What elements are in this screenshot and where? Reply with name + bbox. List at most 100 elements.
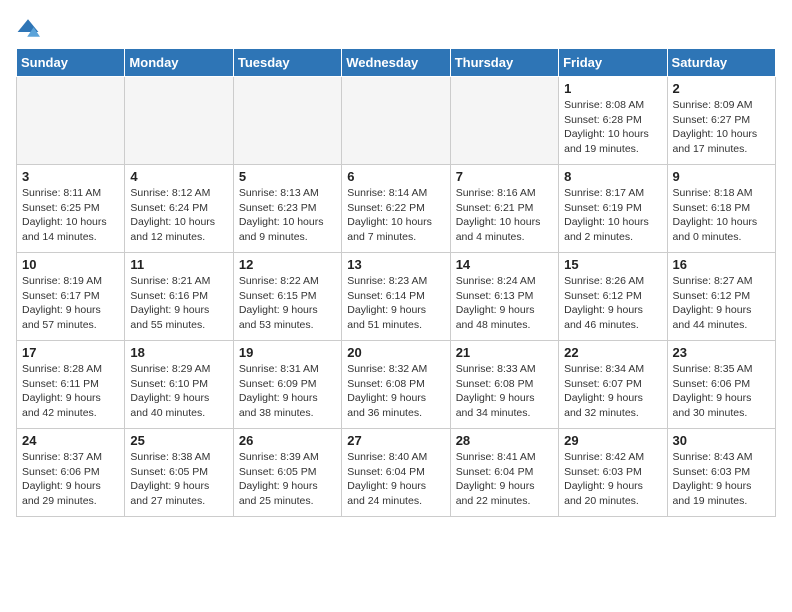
day-cell: 6Sunrise: 8:14 AMSunset: 6:22 PMDaylight…	[342, 165, 450, 253]
day-info: Sunrise: 8:41 AMSunset: 6:04 PMDaylight:…	[456, 450, 553, 509]
weekday-header-tuesday: Tuesday	[233, 49, 341, 77]
week-row-5: 24 Sunrise: 8:37 AMSunset: 6:06 PMDayligh…	[17, 429, 776, 517]
day-cell: 25 Sunrise: 8:38 AMSunset: 6:05 PMDayligh…	[125, 429, 233, 517]
day-cell: 9Sunrise: 8:18 AMSunset: 6:18 PMDaylight…	[667, 165, 775, 253]
day-info: Sunrise: 8:37 AMSunset: 6:06 PMDaylight:…	[22, 450, 119, 509]
week-row-3: 10 Sunrise: 8:19 AMSunset: 6:17 PMDayligh…	[17, 253, 776, 341]
day-number: 26	[239, 433, 336, 448]
day-info: Sunrise: 8:22 AMSunset: 6:15 PMDaylight:…	[239, 274, 336, 333]
day-number: 27	[347, 433, 444, 448]
day-number: 25	[130, 433, 227, 448]
day-number: 15	[564, 257, 661, 272]
day-info: Sunrise: 8:17 AMSunset: 6:19 PMDaylight:…	[564, 186, 661, 245]
week-row-4: 17 Sunrise: 8:28 AMSunset: 6:11 PMDayligh…	[17, 341, 776, 429]
weekday-header-monday: Monday	[125, 49, 233, 77]
day-number: 14	[456, 257, 553, 272]
day-info: Sunrise: 8:43 AMSunset: 6:03 PMDaylight:…	[673, 450, 770, 509]
day-number: 10	[22, 257, 119, 272]
day-cell: 11 Sunrise: 8:21 AMSunset: 6:16 PMDayligh…	[125, 253, 233, 341]
day-number: 24	[22, 433, 119, 448]
logo-icon	[16, 16, 40, 40]
day-info: Sunrise: 8:31 AMSunset: 6:09 PMDaylight:…	[239, 362, 336, 421]
day-info: Sunrise: 8:27 AMSunset: 6:12 PMDaylight:…	[673, 274, 770, 333]
day-cell: 7 Sunrise: 8:16 AMSunset: 6:21 PMDaylight…	[450, 165, 558, 253]
day-info: Sunrise: 8:24 AMSunset: 6:13 PMDaylight:…	[456, 274, 553, 333]
day-cell: 26 Sunrise: 8:39 AMSunset: 6:05 PMDayligh…	[233, 429, 341, 517]
day-info: Sunrise: 8:42 AMSunset: 6:03 PMDaylight:…	[564, 450, 661, 509]
day-number: 3	[22, 169, 119, 184]
day-info: Sunrise: 8:35 AMSunset: 6:06 PMDaylight:…	[673, 362, 770, 421]
day-cell: 22 Sunrise: 8:34 AMSunset: 6:07 PMDayligh…	[559, 341, 667, 429]
day-cell	[450, 77, 558, 165]
day-cell	[342, 77, 450, 165]
page-header	[16, 16, 776, 40]
day-cell	[17, 77, 125, 165]
day-cell: 3 Sunrise: 8:11 AMSunset: 6:25 PMDaylight…	[17, 165, 125, 253]
day-cell: 15 Sunrise: 8:26 AMSunset: 6:12 PMDayligh…	[559, 253, 667, 341]
day-cell: 16 Sunrise: 8:27 AMSunset: 6:12 PMDayligh…	[667, 253, 775, 341]
day-info: Sunrise: 8:32 AMSunset: 6:08 PMDaylight:…	[347, 362, 444, 421]
day-cell: 17 Sunrise: 8:28 AMSunset: 6:11 PMDayligh…	[17, 341, 125, 429]
day-cell: 20 Sunrise: 8:32 AMSunset: 6:08 PMDayligh…	[342, 341, 450, 429]
day-info: Sunrise: 8:23 AMSunset: 6:14 PMDaylight:…	[347, 274, 444, 333]
day-cell: 23 Sunrise: 8:35 AMSunset: 6:06 PMDayligh…	[667, 341, 775, 429]
day-info: Sunrise: 8:26 AMSunset: 6:12 PMDaylight:…	[564, 274, 661, 333]
day-info: Sunrise: 8:29 AMSunset: 6:10 PMDaylight:…	[130, 362, 227, 421]
day-info: Sunrise: 8:19 AMSunset: 6:17 PMDaylight:…	[22, 274, 119, 333]
weekday-header-sunday: Sunday	[17, 49, 125, 77]
day-number: 2	[673, 81, 770, 96]
day-info: Sunrise: 8:09 AMSunset: 6:27 PMDaylight:…	[673, 98, 770, 157]
day-info: Sunrise: 8:33 AMSunset: 6:08 PMDaylight:…	[456, 362, 553, 421]
day-number: 20	[347, 345, 444, 360]
day-number: 4	[130, 169, 227, 184]
day-info: Sunrise: 8:16 AMSunset: 6:21 PMDaylight:…	[456, 186, 553, 245]
day-cell: 10 Sunrise: 8:19 AMSunset: 6:17 PMDayligh…	[17, 253, 125, 341]
day-number: 30	[673, 433, 770, 448]
day-number: 22	[564, 345, 661, 360]
day-info: Sunrise: 8:40 AMSunset: 6:04 PMDaylight:…	[347, 450, 444, 509]
day-info: Sunrise: 8:28 AMSunset: 6:11 PMDaylight:…	[22, 362, 119, 421]
day-number: 9	[673, 169, 770, 184]
day-cell: 27 Sunrise: 8:40 AMSunset: 6:04 PMDayligh…	[342, 429, 450, 517]
day-cell: 5Sunrise: 8:13 AMSunset: 6:23 PMDaylight…	[233, 165, 341, 253]
day-number: 23	[673, 345, 770, 360]
day-number: 29	[564, 433, 661, 448]
day-cell: 19Sunrise: 8:31 AMSunset: 6:09 PMDayligh…	[233, 341, 341, 429]
day-number: 17	[22, 345, 119, 360]
day-number: 6	[347, 169, 444, 184]
day-number: 7	[456, 169, 553, 184]
day-number: 5	[239, 169, 336, 184]
day-info: Sunrise: 8:34 AMSunset: 6:07 PMDaylight:…	[564, 362, 661, 421]
day-cell: 14 Sunrise: 8:24 AMSunset: 6:13 PMDayligh…	[450, 253, 558, 341]
day-number: 16	[673, 257, 770, 272]
day-info: Sunrise: 8:11 AMSunset: 6:25 PMDaylight:…	[22, 186, 119, 245]
day-info: Sunrise: 8:08 AMSunset: 6:28 PMDaylight:…	[564, 98, 661, 157]
day-number: 11	[130, 257, 227, 272]
calendar: SundayMondayTuesdayWednesdayThursdayFrid…	[16, 48, 776, 517]
day-cell: 8Sunrise: 8:17 AMSunset: 6:19 PMDaylight…	[559, 165, 667, 253]
day-cell: 18Sunrise: 8:29 AMSunset: 6:10 PMDayligh…	[125, 341, 233, 429]
day-cell: 13 Sunrise: 8:23 AMSunset: 6:14 PMDayligh…	[342, 253, 450, 341]
day-info: Sunrise: 8:21 AMSunset: 6:16 PMDaylight:…	[130, 274, 227, 333]
day-cell: 2 Sunrise: 8:09 AMSunset: 6:27 PMDaylight…	[667, 77, 775, 165]
day-cell: 4 Sunrise: 8:12 AMSunset: 6:24 PMDaylight…	[125, 165, 233, 253]
day-number: 21	[456, 345, 553, 360]
day-number: 12	[239, 257, 336, 272]
day-number: 13	[347, 257, 444, 272]
day-number: 28	[456, 433, 553, 448]
day-cell: 30 Sunrise: 8:43 AMSunset: 6:03 PMDayligh…	[667, 429, 775, 517]
weekday-header-row: SundayMondayTuesdayWednesdayThursdayFrid…	[17, 49, 776, 77]
logo	[16, 16, 44, 40]
day-info: Sunrise: 8:12 AMSunset: 6:24 PMDaylight:…	[130, 186, 227, 245]
weekday-header-wednesday: Wednesday	[342, 49, 450, 77]
day-cell	[233, 77, 341, 165]
day-info: Sunrise: 8:38 AMSunset: 6:05 PMDaylight:…	[130, 450, 227, 509]
day-cell: 24 Sunrise: 8:37 AMSunset: 6:06 PMDayligh…	[17, 429, 125, 517]
day-cell: 1 Sunrise: 8:08 AMSunset: 6:28 PMDaylight…	[559, 77, 667, 165]
day-number: 1	[564, 81, 661, 96]
day-info: Sunrise: 8:39 AMSunset: 6:05 PMDaylight:…	[239, 450, 336, 509]
day-cell: 12 Sunrise: 8:22 AMSunset: 6:15 PMDayligh…	[233, 253, 341, 341]
weekday-header-saturday: Saturday	[667, 49, 775, 77]
day-cell: 28 Sunrise: 8:41 AMSunset: 6:04 PMDayligh…	[450, 429, 558, 517]
day-cell	[125, 77, 233, 165]
